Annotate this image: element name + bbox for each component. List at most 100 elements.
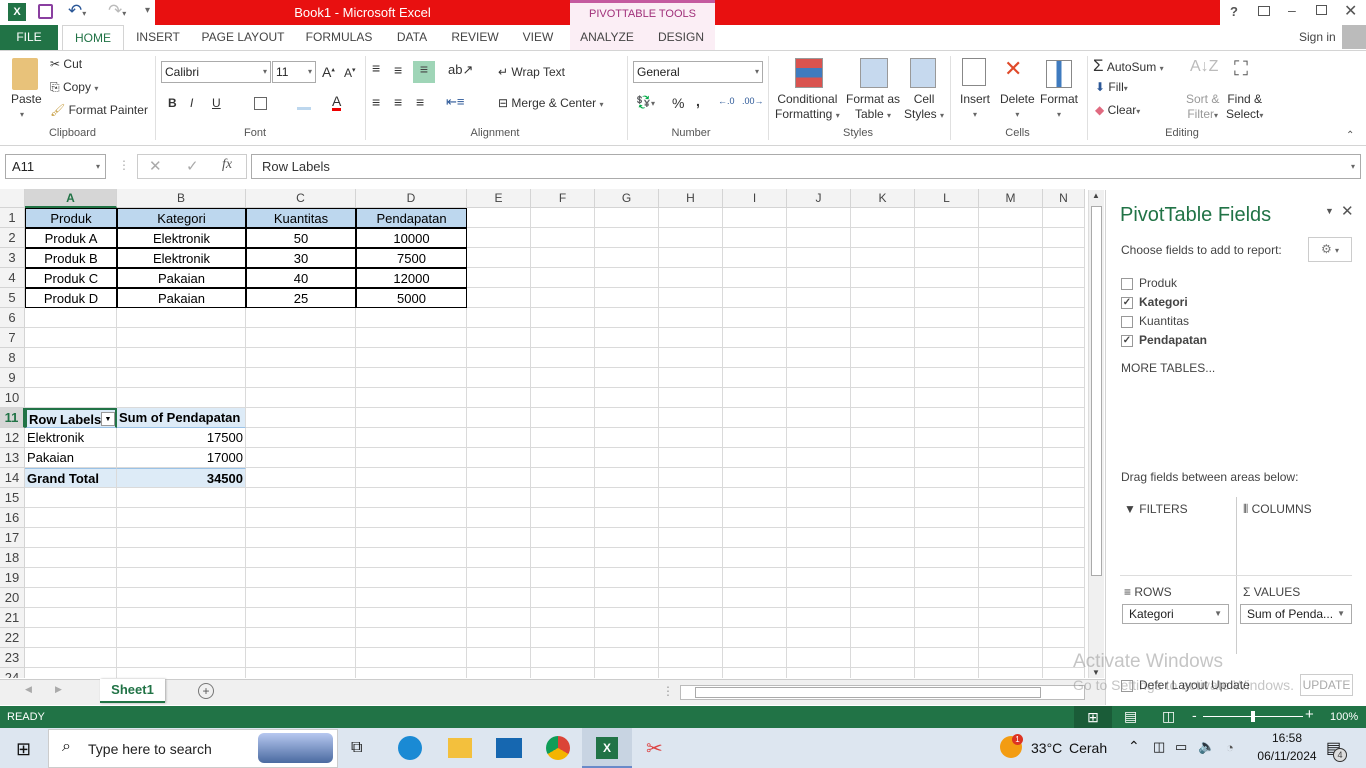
field-list-settings-button[interactable]: ⚙ ▾ xyxy=(1308,237,1352,262)
cell[interactable] xyxy=(246,328,356,348)
cell[interactable] xyxy=(246,368,356,388)
cell-styles-icon[interactable] xyxy=(910,58,936,88)
row-header-9[interactable]: 9 xyxy=(0,368,25,388)
chrome-icon[interactable] xyxy=(546,736,570,760)
rows-area[interactable]: ≡ ROWS xyxy=(1124,585,1172,599)
table-cell[interactable]: Pakaian xyxy=(117,268,246,288)
pane-close-icon[interactable]: ✕ xyxy=(1341,202,1354,220)
tab-page-layout[interactable]: PAGE LAYOUT xyxy=(196,25,290,50)
split-handle[interactable]: ⋮ xyxy=(662,684,674,698)
cell[interactable] xyxy=(915,488,979,508)
tab-file[interactable]: FILE xyxy=(0,25,58,50)
temperature[interactable]: 33°C xyxy=(1031,740,1062,756)
cell[interactable] xyxy=(979,448,1043,468)
cell[interactable] xyxy=(467,388,531,408)
cell[interactable] xyxy=(117,328,246,348)
cell[interactable] xyxy=(117,608,246,628)
cell[interactable] xyxy=(851,628,915,648)
cell[interactable] xyxy=(467,348,531,368)
cell[interactable] xyxy=(25,588,117,608)
cell[interactable] xyxy=(915,288,979,308)
clock-date[interactable]: 06/11/2024 xyxy=(1249,749,1325,763)
cell[interactable] xyxy=(659,528,723,548)
field-pendapatan[interactable]: ✓ Pendapatan xyxy=(1121,333,1207,347)
cell[interactable] xyxy=(467,368,531,388)
format-cells-icon[interactable] xyxy=(1046,60,1072,88)
cell[interactable] xyxy=(659,448,723,468)
sort-filter-button[interactable]: Sort & Filter▾ xyxy=(1186,92,1219,123)
tab-data[interactable]: DATA xyxy=(390,25,434,50)
cell[interactable] xyxy=(659,508,723,528)
cell[interactable] xyxy=(787,608,851,628)
redo-icon[interactable]: ↷▾ xyxy=(108,1,126,21)
cell[interactable] xyxy=(1043,528,1085,548)
task-view-icon[interactable]: ⧉ xyxy=(351,739,362,757)
table-cell[interactable]: 7500 xyxy=(356,248,467,268)
cell[interactable] xyxy=(723,388,787,408)
restore-button[interactable] xyxy=(1316,5,1327,15)
cell[interactable] xyxy=(246,448,356,468)
cell[interactable] xyxy=(595,628,659,648)
cell[interactable] xyxy=(246,568,356,588)
merge-center-button[interactable]: ⊟ Merge & Center ▾ xyxy=(498,96,603,110)
cell[interactable] xyxy=(979,468,1043,488)
cell[interactable] xyxy=(723,348,787,368)
cell[interactable] xyxy=(25,488,117,508)
tab-view[interactable]: VIEW xyxy=(516,25,560,50)
cell[interactable] xyxy=(915,328,979,348)
table-cell[interactable]: Produk B xyxy=(25,248,117,268)
accounting-format-icon[interactable]: 💱▾ xyxy=(636,95,655,109)
cell[interactable] xyxy=(531,408,595,428)
cell[interactable] xyxy=(117,388,246,408)
cell[interactable] xyxy=(117,548,246,568)
filters-area[interactable]: ▼ FILTERS xyxy=(1124,502,1188,516)
row-header-1[interactable]: 1 xyxy=(0,208,25,228)
table-cell[interactable]: 12000 xyxy=(356,268,467,288)
cell[interactable] xyxy=(25,308,117,328)
cell[interactable] xyxy=(356,608,467,628)
pane-options-icon[interactable]: ▼ xyxy=(1325,206,1334,216)
table-cell[interactable]: Elektronik xyxy=(117,248,246,268)
cell[interactable] xyxy=(246,648,356,668)
cell[interactable] xyxy=(787,328,851,348)
table-cell[interactable]: Produk A xyxy=(25,228,117,248)
pivot-grand-total-label[interactable]: Grand Total xyxy=(25,468,117,488)
rows-field-kategori[interactable]: Kategori ▼ xyxy=(1122,604,1229,624)
cell[interactable] xyxy=(659,408,723,428)
cell[interactable] xyxy=(979,628,1043,648)
cell[interactable] xyxy=(915,308,979,328)
ribbon-display-options-icon[interactable] xyxy=(1258,6,1270,16)
cell[interactable] xyxy=(851,508,915,528)
checkbox[interactable] xyxy=(1121,315,1133,328)
cell[interactable] xyxy=(25,368,117,388)
font-color-icon[interactable]: A xyxy=(332,94,342,111)
cell[interactable] xyxy=(851,648,915,668)
increase-decimal-icon[interactable]: ←.0 xyxy=(718,96,735,106)
cell[interactable] xyxy=(117,568,246,588)
cell[interactable] xyxy=(915,368,979,388)
cell[interactable] xyxy=(25,648,117,668)
cell[interactable] xyxy=(787,348,851,368)
cell[interactable] xyxy=(659,468,723,488)
cell[interactable] xyxy=(659,228,723,248)
insert-function-button[interactable]: fx xyxy=(222,157,232,173)
values-area[interactable]: Σ VALUES xyxy=(1243,585,1300,599)
cell[interactable] xyxy=(246,408,356,428)
cell[interactable] xyxy=(246,388,356,408)
tab-review[interactable]: REVIEW xyxy=(448,25,502,50)
cell[interactable] xyxy=(1043,228,1085,248)
row-header-11[interactable]: 11 xyxy=(0,408,25,428)
row-header-14[interactable]: 14 xyxy=(0,468,25,488)
row-header-19[interactable]: 19 xyxy=(0,568,25,588)
values-field-sum-pendapatan[interactable]: Sum of Penda... ▼ xyxy=(1240,604,1352,624)
column-header-e[interactable]: E xyxy=(467,189,531,208)
cell[interactable] xyxy=(723,648,787,668)
cell[interactable] xyxy=(356,468,467,488)
cell[interactable] xyxy=(851,408,915,428)
cell[interactable] xyxy=(851,488,915,508)
cell[interactable] xyxy=(787,508,851,528)
cell[interactable] xyxy=(117,668,246,678)
cell[interactable] xyxy=(595,428,659,448)
pivot-value[interactable]: 17000 xyxy=(117,448,246,468)
cell[interactable] xyxy=(979,608,1043,628)
